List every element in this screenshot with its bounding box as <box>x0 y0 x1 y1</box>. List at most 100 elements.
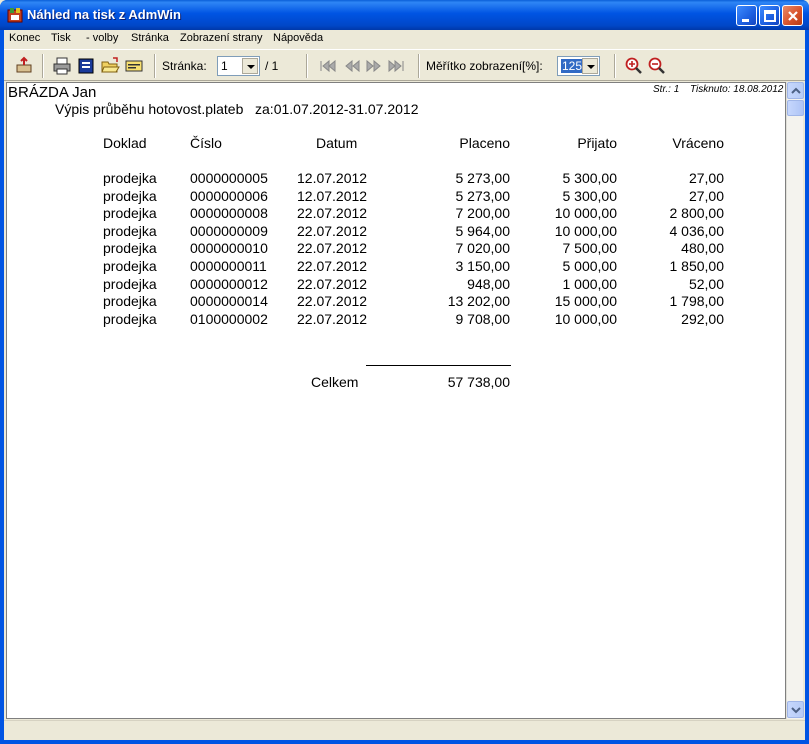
cell-placeno: 9 708,00 <box>455 311 511 327</box>
cell-prijato: 15 000,00 <box>554 293 617 309</box>
cell-prijato: 5 300,00 <box>562 170 618 186</box>
column-header-datum: Datum <box>316 135 358 151</box>
chevron-down-icon[interactable] <box>242 58 258 74</box>
cell-doklad: prodejka <box>103 311 157 327</box>
report-owner: BRÁZDA Jan <box>8 84 97 101</box>
cell-cislo: 0000000011 <box>190 258 267 274</box>
cell-prijato: 10 000,00 <box>554 311 617 327</box>
page-setup-icon[interactable] <box>124 56 144 76</box>
cell-datum: 22.07.2012 <box>297 311 368 327</box>
exit-icon[interactable] <box>14 56 34 76</box>
open-folder-icon[interactable] <box>100 56 120 76</box>
cell-prijato: 5 000,00 <box>562 258 618 274</box>
toolbar-separator <box>614 54 616 78</box>
toolbar-separator <box>418 54 420 78</box>
cell-datum: 12.07.2012 <box>297 170 368 186</box>
scroll-up-button[interactable] <box>787 82 804 99</box>
printer-icon[interactable] <box>52 56 72 76</box>
cell-placeno: 948,00 <box>467 276 510 292</box>
toolbar: Stránka: 1 / 1 Měřítko zobrazení[%]: 125 <box>4 49 805 81</box>
cell-cislo: 0000000008 <box>190 205 268 221</box>
chevron-down-icon <box>791 707 801 714</box>
toolbar-separator <box>42 54 44 78</box>
close-button[interactable] <box>782 5 803 26</box>
chevron-down-icon[interactable] <box>582 58 598 74</box>
column-header-placeno: Placeno <box>459 135 510 151</box>
cell-datum: 22.07.2012 <box>297 293 368 309</box>
cell-doklad: prodejka <box>103 258 157 274</box>
cell-cislo: 0000000009 <box>190 223 268 239</box>
menu-napoveda[interactable]: Nápověda <box>273 32 323 44</box>
menu-zobrazeni-strany[interactable]: Zobrazení strany <box>180 32 263 44</box>
column-header-cislo: Číslo <box>190 135 222 151</box>
menu-volby[interactable]: - volby <box>86 32 118 44</box>
page-select[interactable]: 1 <box>217 56 260 76</box>
title-bar[interactable]: Náhled na tisk z AdmWin <box>0 0 809 30</box>
menu-bar: Konec Tisk - volby Stránka Zobrazení str… <box>4 30 805 49</box>
cell-placeno: 3 150,00 <box>455 258 511 274</box>
cell-doklad: prodejka <box>103 276 157 292</box>
cell-datum: 22.07.2012 <box>297 205 368 221</box>
last-page-icon[interactable] <box>387 56 407 76</box>
previous-page-icon[interactable] <box>342 56 362 76</box>
vertical-scrollbar[interactable] <box>786 82 804 719</box>
cell-cislo: 0000000014 <box>190 293 268 309</box>
minimize-button[interactable] <box>736 5 757 26</box>
cell-datum: 22.07.2012 <box>297 258 368 274</box>
cell-vraceno: 4 036,00 <box>669 223 725 239</box>
zoom-label: Měřítko zobrazení[%]: <box>426 59 543 73</box>
maximize-button[interactable] <box>759 5 780 26</box>
cell-cislo: 0100000002 <box>190 311 268 327</box>
cell-prijato: 5 300,00 <box>562 188 618 204</box>
cell-placeno: 7 020,00 <box>455 240 511 256</box>
cell-vraceno: 52,00 <box>688 276 724 292</box>
cell-prijato: 1 000,00 <box>562 276 618 292</box>
zoom-select[interactable]: 125 <box>557 56 600 76</box>
close-icon <box>788 11 798 21</box>
print-preview-page: BRÁZDA Jan Výpis průběhu hotovost.plateb… <box>6 82 786 719</box>
cell-cislo: 0000000006 <box>190 188 268 204</box>
cell-cislo: 0000000005 <box>190 170 268 186</box>
zoom-in-icon[interactable] <box>624 56 644 76</box>
menu-tisk[interactable]: Tisk <box>51 32 71 44</box>
cell-cislo: 0000000012 <box>190 276 268 292</box>
menu-stranka[interactable]: Stránka <box>131 32 169 44</box>
page-number-info: Str.: 1 <box>653 84 680 95</box>
cell-datum: 12.07.2012 <box>297 188 368 204</box>
cell-placeno: 5 273,00 <box>455 170 511 186</box>
cell-doklad: prodejka <box>103 223 157 239</box>
print-settings-icon[interactable] <box>76 56 96 76</box>
cell-prijato: 10 000,00 <box>554 205 617 221</box>
first-page-icon[interactable] <box>317 56 337 76</box>
cell-datum: 22.07.2012 <box>297 223 368 239</box>
cell-datum: 22.07.2012 <box>297 240 368 256</box>
page-select-value: 1 <box>221 59 228 73</box>
zoom-out-icon[interactable] <box>647 56 667 76</box>
page-label: Stránka: <box>162 59 207 73</box>
cell-prijato: 10 000,00 <box>554 223 617 239</box>
cell-placeno: 13 202,00 <box>447 293 510 309</box>
cell-placeno: 7 200,00 <box>455 205 511 221</box>
cell-datum: 22.07.2012 <box>297 276 368 292</box>
cell-doklad: prodejka <box>103 240 157 256</box>
column-header-doklad: Doklad <box>103 135 147 151</box>
cell-placeno: 5 273,00 <box>455 188 511 204</box>
cell-vraceno: 1 850,00 <box>669 258 725 274</box>
next-page-icon[interactable] <box>364 56 384 76</box>
cell-vraceno: 480,00 <box>681 240 724 256</box>
app-window: Náhled na tisk z AdmWin Konec Tisk - vol… <box>0 0 809 744</box>
report-title: Výpis průběhu hotovost.plateb za:01.07.2… <box>55 101 419 117</box>
status-bar <box>4 720 805 740</box>
column-header-prijato: Přijato <box>577 135 617 151</box>
scroll-down-button[interactable] <box>787 701 804 718</box>
maximize-icon <box>764 10 776 22</box>
zoom-select-value: 125 <box>561 59 584 73</box>
toolbar-separator <box>306 54 308 78</box>
scroll-thumb[interactable] <box>787 100 804 116</box>
cell-vraceno: 292,00 <box>681 311 724 327</box>
cell-vraceno: 1 798,00 <box>669 293 725 309</box>
app-icon <box>7 8 23 23</box>
cell-vraceno: 2 800,00 <box>669 205 725 221</box>
menu-konec[interactable]: Konec <box>9 32 40 44</box>
column-header-vraceno: Vráceno <box>672 135 724 151</box>
